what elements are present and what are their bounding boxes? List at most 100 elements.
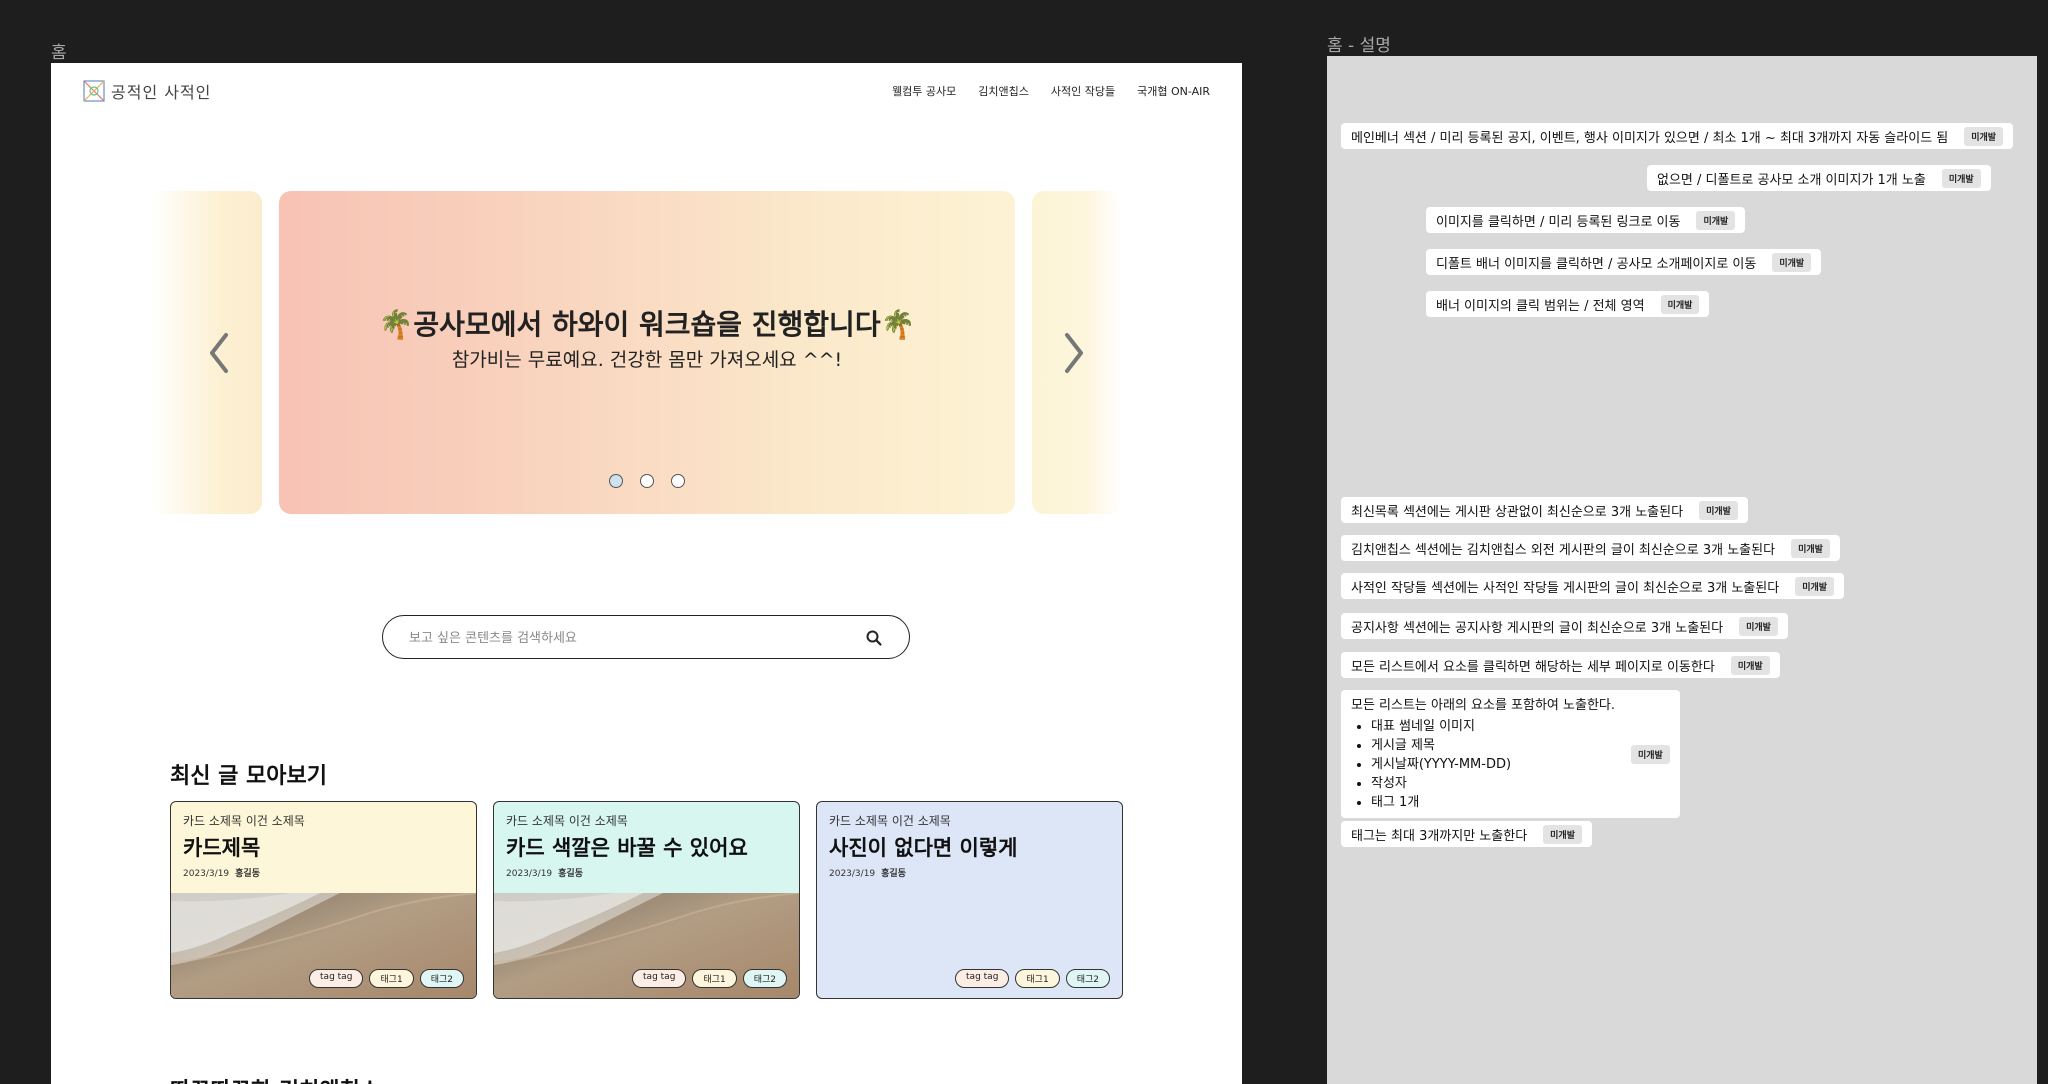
post-card[interactable]: 카드 소제목 이건 소제목 카드제목 2023/3/19 홍길동 tag tag [170,801,477,999]
search-input[interactable] [407,626,851,650]
card-header: 카드 소제목 이건 소제목 사진이 없다면 이렇게 2023/3/19 홍길동 [817,802,1122,890]
spec-note: 이미지를 클릭하면 / 미리 등록된 링크로 이동 미개발 [1426,207,1746,233]
card-title: 카드 색깔은 바꿀 수 있어요 [506,836,748,860]
spec-note: 모든 리스트에서 요소를 클릭하면 해당하는 세부 페이지로 이동한다 미개발 [1341,652,1780,678]
status-badge: 미개발 [1660,294,1700,314]
post-card[interactable]: 카드 소제목 이건 소제목 사진이 없다면 이렇게 2023/3/19 홍길동 t… [816,801,1123,999]
card-tag[interactable]: 태그1 [692,969,737,988]
card-author: 홍길동 [558,869,583,879]
note-text: 디폴트 배너 이미지를 클릭하면 / 공사모 소개페이지로 이동 [1436,256,1757,272]
note-bullet: 게시날짜(YYYY-MM-DD) [1371,755,1615,774]
latest-section-title: 최신 글 모아보기 [170,764,327,789]
logo[interactable]: 공적인 사적인 [83,79,211,103]
kimchi-section-title: 따끈따끈한 김치앤칩스 [170,1073,380,1084]
note-text: 메인베너 섹션 / 미리 등록된 공지, 이벤트, 행사 이미지가 있으면 / … [1351,130,1949,146]
card-tags: tag tag 태그1 태그2 [309,969,464,988]
card-meta: 2023/3/19 홍길동 [829,866,1110,879]
card-author: 홍길동 [235,869,260,879]
nav-private-gatherings[interactable]: 사적인 작당들 [1051,83,1115,99]
logo-mark-icon [83,80,105,102]
spec-note: 김치앤칩스 섹션에는 김치앤칩스 외전 게시판의 글이 최신순으로 3개 노출된… [1341,535,1840,561]
card-subtitle: 카드 소제목 이건 소제목 [506,814,628,828]
card-tags: tag tag 태그1 태그2 [632,969,787,988]
card-tag[interactable]: tag tag [309,969,364,988]
chevron-right-icon[interactable] [1061,331,1087,375]
site-header: 공적인 사적인 웰컴투 공사모 김치앤칩스 사적인 작당들 국개협 ON-AIR [51,63,1242,133]
latest-card-list: 카드 소제목 이건 소제목 카드제목 2023/3/19 홍길동 tag tag [170,801,1123,999]
main-banner-slide[interactable]: 🌴공사모에서 하와이 워크숍을 진행합니다🌴 참가비는 무료예요. 건강한 몸만… [279,191,1015,514]
chevron-left-icon[interactable] [206,331,232,375]
status-badge: 미개발 [1631,744,1670,764]
note-text: 최신목록 섹션에는 게시판 상관없이 최신순으로 3개 노출된다 [1351,504,1684,520]
note-list-lead: 모든 리스트는 아래의 요소를 포함하여 노출한다. [1351,698,1615,713]
card-title: 카드제목 [183,836,261,860]
note-text: 김치앤칩스 섹션에는 김치앤칩스 외전 게시판의 글이 최신순으로 3개 노출된… [1351,542,1776,558]
note-bullet: 게시글 제목 [1371,736,1615,755]
spec-note: 태그는 최대 3개까지만 노출한다 미개발 [1341,821,1592,847]
card-date: 2023/3/19 [829,869,876,879]
note-list-body: 모든 리스트는 아래의 요소를 포함하여 노출한다. 대표 썸네일 이미지 게시… [1351,696,1615,812]
note-text: 모든 리스트에서 요소를 클릭하면 해당하는 세부 페이지로 이동한다 [1351,659,1715,675]
nav-welcome[interactable]: 웰컴투 공사모 [892,83,956,99]
card-tag[interactable]: 태그1 [1015,969,1060,988]
card-subtitle: 카드 소제목 이건 소제목 [183,814,305,828]
note-bullet: 작성자 [1371,774,1615,793]
status-badge: 미개발 [1543,824,1582,844]
nav-kimchi-chips[interactable]: 김치앤칩스 [978,83,1029,99]
logo-text: 공적인 사적인 [111,83,212,102]
spec-note-list: 모든 리스트는 아래의 요소를 포함하여 노출한다. 대표 썸네일 이미지 게시… [1341,690,1680,818]
card-tag[interactable]: 태그2 [1065,969,1110,988]
status-badge: 미개발 [1795,576,1835,596]
carousel-dot-1[interactable] [609,474,623,488]
main-nav: 웰컴투 공사모 김치앤칩스 사적인 작당들 국개협 ON-AIR [892,83,1210,99]
card-tag[interactable]: 태그2 [419,969,464,988]
banner-subtitle: 참가비는 무료예요. 건강한 몸만 가져오세요 ^^! [451,349,843,371]
status-badge: 미개발 [1941,168,1981,188]
nav-on-air[interactable]: 국개협 ON-AIR [1137,83,1210,99]
card-header: 카드 소제목 이건 소제목 카드 색깔은 바꿀 수 있어요 2023/3/19 홍… [494,802,799,890]
spec-note: 배너 이미지의 클릭 범위는 / 전체 영역 미개발 [1426,291,1710,317]
desc-frame-label: 홈 - 설명 [1327,36,1391,56]
note-bullet: 태그 1개 [1371,793,1615,812]
spec-note: 공지사항 섹션에는 공지사항 게시판의 글이 최신순으로 3개 노출된다 미개발 [1341,613,1788,639]
main-banner-carousel: 🌴공사모에서 하와이 워크숍을 진행합니다🌴 참가비는 무료예요. 건강한 몸만… [51,191,1242,521]
banner-title: 🌴공사모에서 하와이 워크숍을 진행합니다🌴 [378,308,916,341]
home-frame: 공적인 사적인 웰컴투 공사모 김치앤칩스 사적인 작당들 국개협 ON-AIR… [51,63,1242,1084]
status-badge: 미개발 [1730,655,1770,675]
card-header: 카드 소제목 이건 소제목 카드제목 2023/3/19 홍길동 [171,802,476,890]
card-tags: tag tag 태그1 태그2 [955,969,1110,988]
note-text: 사적인 작당들 섹션에는 사적인 작당들 게시판의 글이 최신순으로 3개 노출… [1351,580,1780,596]
home-frame-label: 홈 [51,43,67,63]
status-badge: 미개발 [1772,252,1812,272]
status-badge: 미개발 [1699,500,1738,520]
card-tag[interactable]: tag tag [955,969,1010,988]
spec-note: 최신목록 섹션에는 게시판 상관없이 최신순으로 3개 노출된다 미개발 [1341,497,1748,523]
spec-note: 메인베너 섹션 / 미리 등록된 공지, 이벤트, 행사 이미지가 있으면 / … [1341,123,2014,149]
status-badge: 미개발 [1964,126,2004,146]
card-subtitle: 카드 소제목 이건 소제목 [829,814,951,828]
carousel-dot-3[interactable] [671,474,685,488]
description-frame: 메인베너 섹션 / 미리 등록된 공지, 이벤트, 행사 이미지가 있으면 / … [1327,56,2037,1084]
spec-note: 디폴트 배너 이미지를 클릭하면 / 공사모 소개페이지로 이동 미개발 [1426,249,1822,275]
card-meta: 2023/3/19 홍길동 [506,866,787,879]
note-bullet: 대표 썸네일 이미지 [1371,717,1615,736]
card-meta: 2023/3/19 홍길동 [183,866,464,879]
card-date: 2023/3/19 [506,869,553,879]
spec-note: 사적인 작당들 섹션에는 사적인 작당들 게시판의 글이 최신순으로 3개 노출… [1341,573,1845,599]
card-tag[interactable]: 태그2 [742,969,787,988]
note-text: 없으면 / 디폴트로 공사모 소개 이미지가 1개 노출 [1657,172,1926,188]
card-title: 사진이 없다면 이렇게 [829,836,1018,860]
card-tag[interactable]: tag tag [632,969,687,988]
status-badge: 미개발 [1696,210,1736,230]
post-card[interactable]: 카드 소제목 이건 소제목 카드 색깔은 바꿀 수 있어요 2023/3/19 홍… [493,801,800,999]
status-badge: 미개발 [1791,538,1830,558]
card-author: 홍길동 [881,869,906,879]
note-text: 이미지를 클릭하면 / 미리 등록된 링크로 이동 [1436,214,1681,230]
carousel-dot-2[interactable] [640,474,654,488]
note-text: 태그는 최대 3개까지만 노출한다 [1351,828,1528,844]
card-tag[interactable]: 태그1 [369,969,414,988]
note-text: 공지사항 섹션에는 공지사항 게시판의 글이 최신순으로 3개 노출된다 [1351,620,1724,636]
search-icon[interactable] [865,629,883,647]
note-text: 배너 이미지의 클릭 범위는 / 전체 영역 [1436,298,1645,314]
status-badge: 미개발 [1739,616,1778,636]
